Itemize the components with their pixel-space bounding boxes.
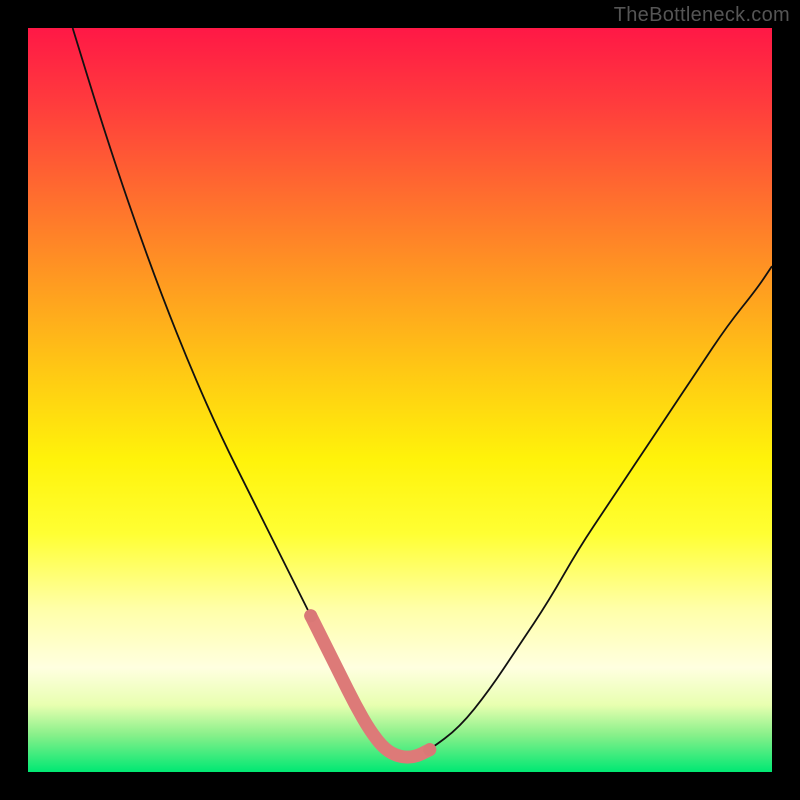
highlight-rim-dot-right (423, 743, 436, 756)
highlight-rim-dot-left (304, 609, 317, 622)
main-curve-line (73, 28, 772, 757)
curve-group (73, 28, 772, 757)
chart-svg (28, 28, 772, 772)
highlight-rim (311, 616, 430, 757)
chart-frame: TheBottleneck.com (0, 0, 800, 800)
plot-area (28, 28, 772, 772)
watermark-text: TheBottleneck.com (614, 4, 790, 27)
